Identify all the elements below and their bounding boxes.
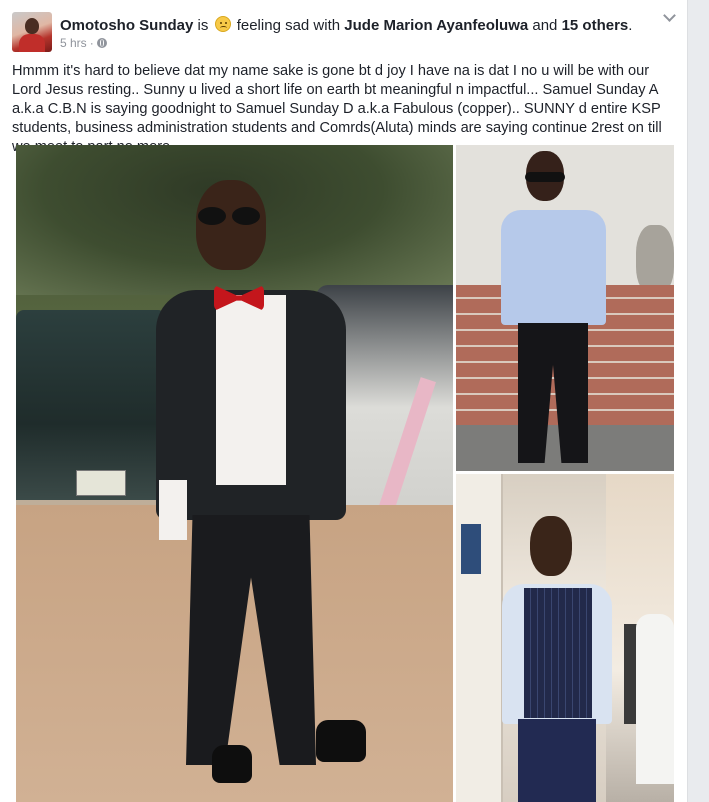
- and-text: and: [532, 17, 558, 34]
- sunglasses: [525, 172, 565, 182]
- man-head: [530, 516, 572, 576]
- photo-top-right[interactable]: [456, 145, 674, 471]
- shirt-cuff: [159, 480, 187, 540]
- background-person-white: [636, 614, 674, 784]
- photo-bottom-right[interactable]: [456, 474, 674, 802]
- avatar-head: [25, 18, 39, 34]
- post-options-chevron-icon[interactable]: [660, 8, 678, 26]
- timestamp-link[interactable]: 5 hrs: [60, 36, 87, 50]
- meta-separator: ·: [89, 36, 94, 50]
- globe-icon[interactable]: [96, 38, 107, 48]
- sunglasses: [194, 207, 264, 227]
- feeling-text: feeling sad with: [236, 17, 341, 34]
- pinstripe-vest: [524, 588, 592, 718]
- post-body-text: Hmmm it's hard to believe dat my name sa…: [12, 63, 662, 155]
- header-period: .: [628, 17, 633, 34]
- post-meta: 5 hrs ·: [60, 36, 107, 50]
- left-shoe: [212, 745, 252, 783]
- photo-main[interactable]: [16, 145, 453, 802]
- blue-shirt: [501, 210, 606, 325]
- white-shirt: [216, 295, 286, 485]
- poster: [461, 524, 481, 574]
- is-text: is: [197, 17, 209, 34]
- page-gutter: [688, 0, 709, 802]
- avatar-body: [19, 34, 45, 52]
- license-plate: [76, 470, 126, 496]
- trousers: [518, 719, 596, 802]
- post-header: Omotosho Sunday is feeling sad with Jude…: [60, 16, 632, 34]
- author-name-link[interactable]: Omotosho Sunday: [60, 17, 193, 34]
- tagged-person-link[interactable]: Jude Marion Ayanfeoluwa: [344, 17, 528, 34]
- sad-face-emoji-icon: [214, 16, 231, 32]
- author-avatar[interactable]: [12, 12, 52, 52]
- right-shoe: [316, 720, 366, 762]
- others-link[interactable]: 15 others: [562, 17, 629, 34]
- post-card: Omotosho Sunday is feeling sad with Jude…: [0, 0, 688, 802]
